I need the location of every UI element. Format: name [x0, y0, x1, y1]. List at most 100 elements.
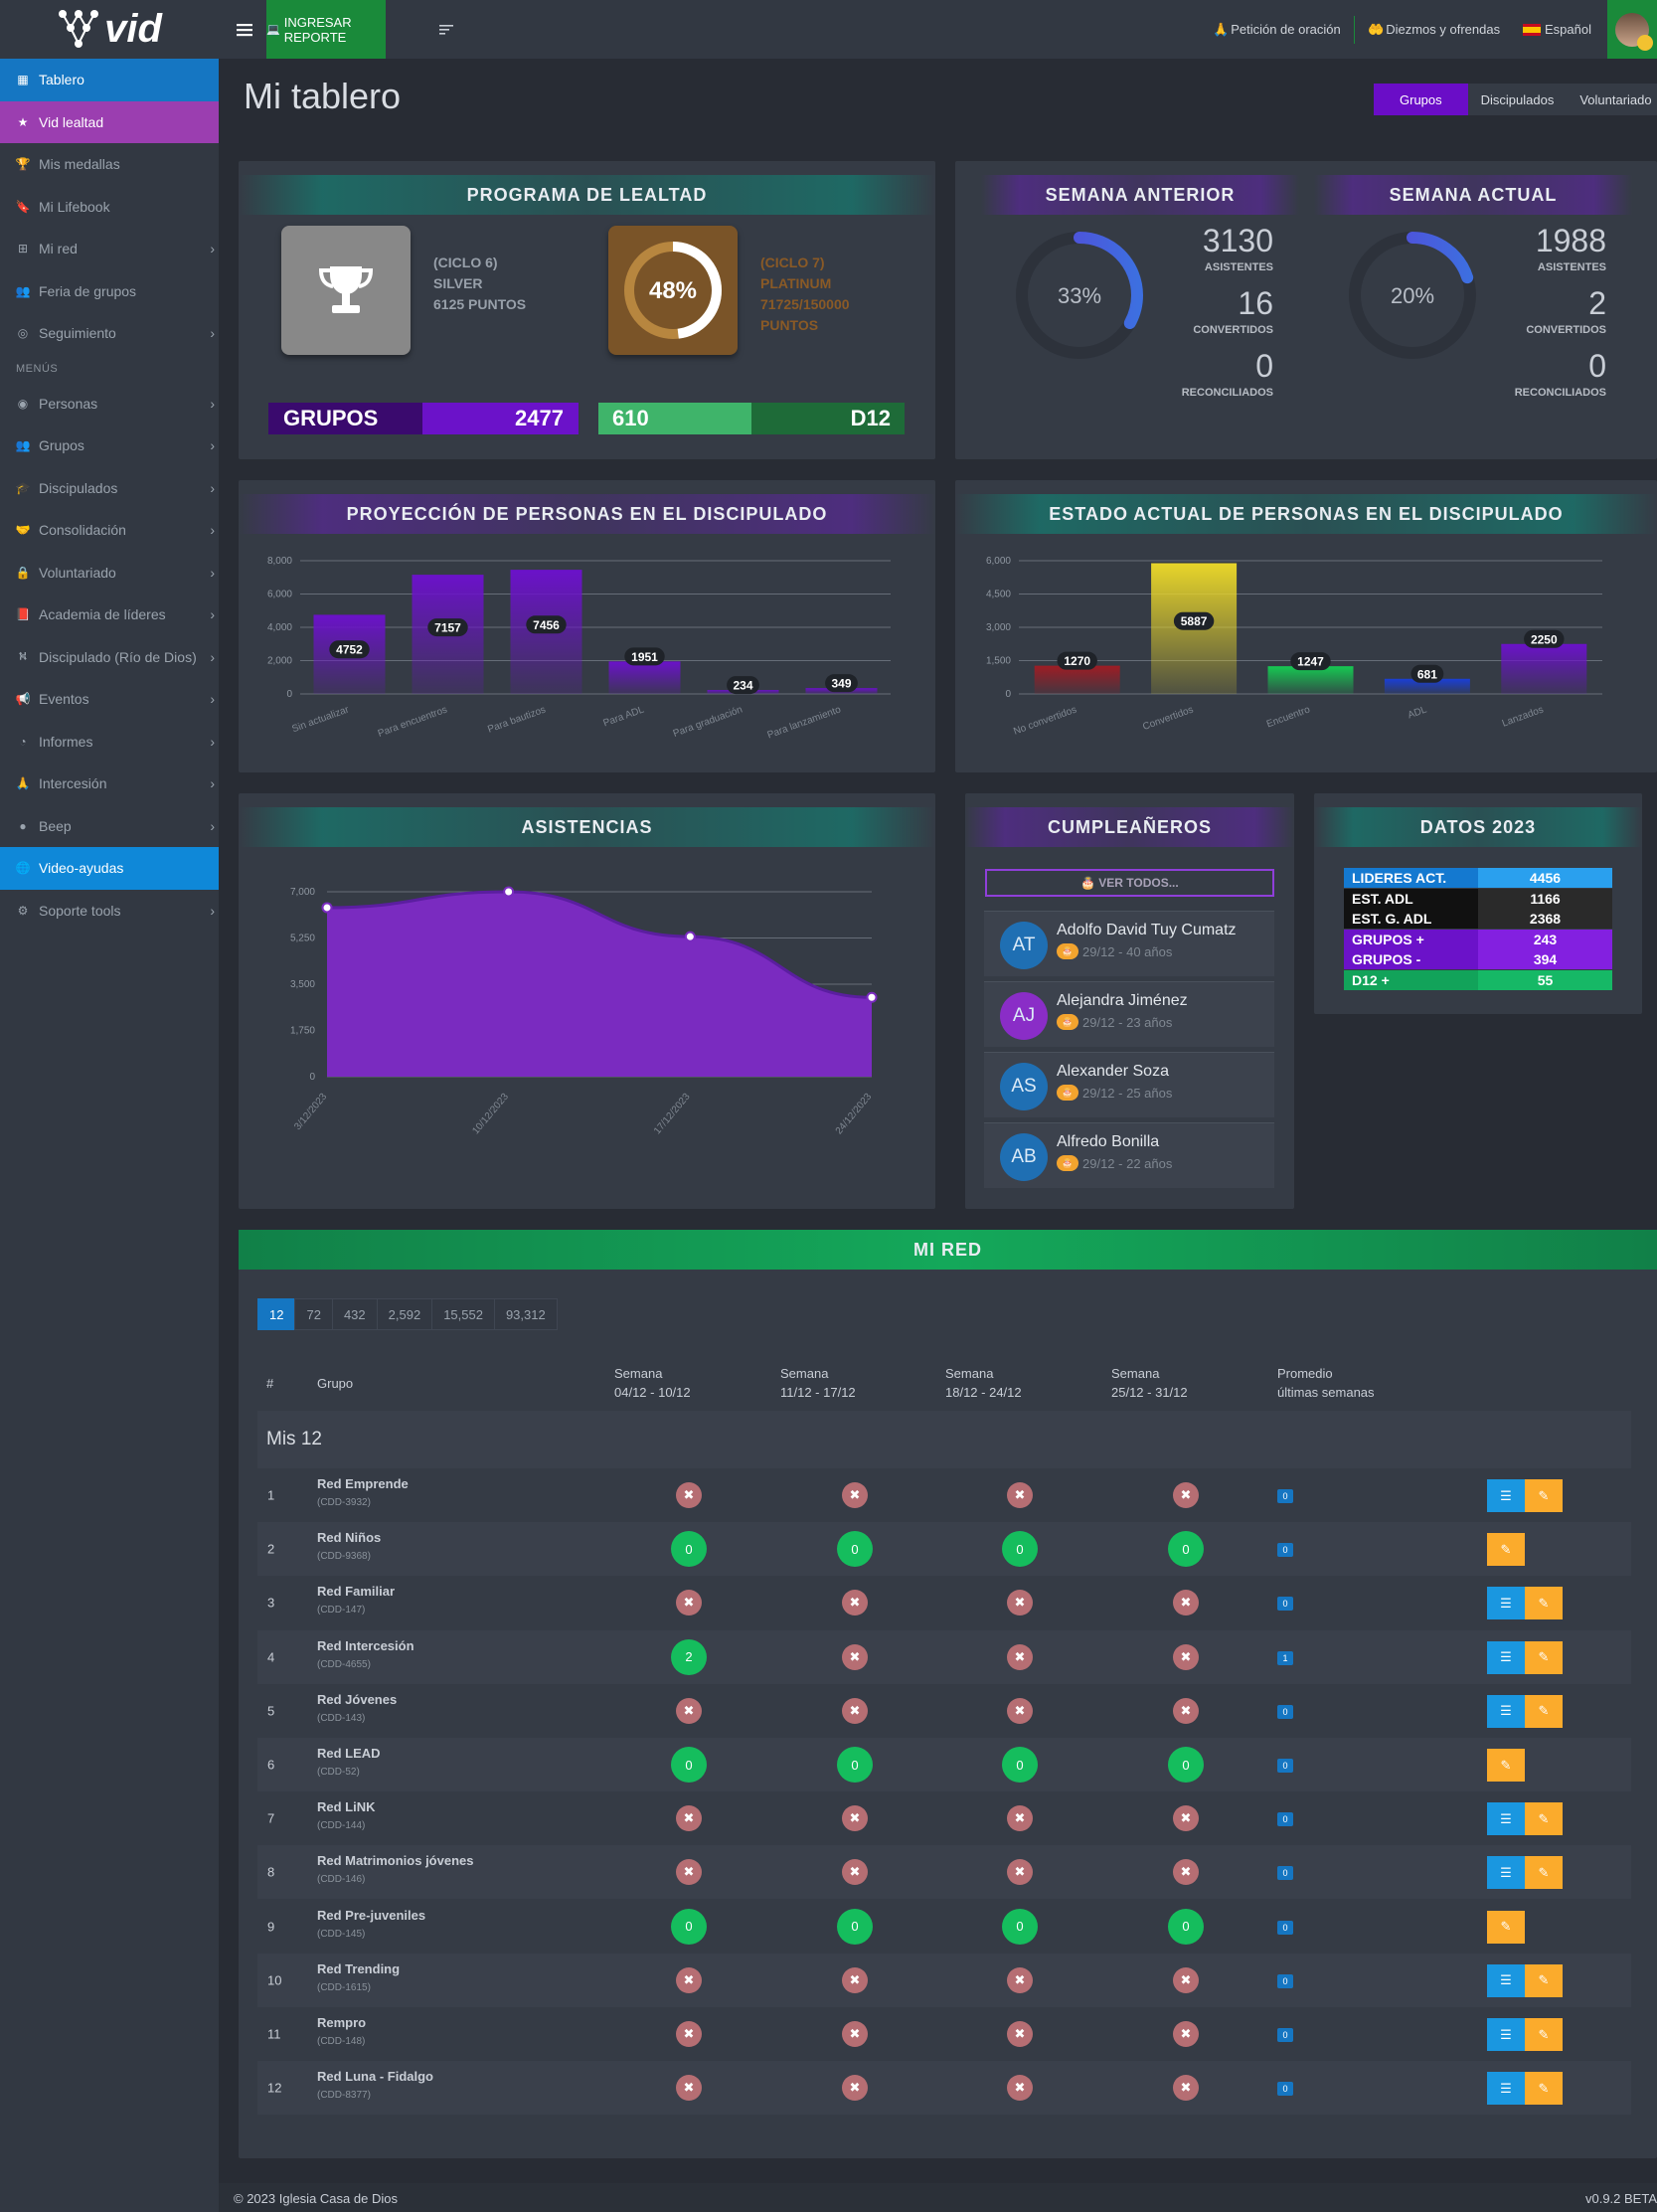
sidebar-item-seguimiento[interactable]: ◎ Seguimiento › — [0, 312, 219, 355]
language-selector[interactable]: Español — [1523, 0, 1591, 59]
level-tab[interactable]: 12 — [257, 1298, 296, 1330]
sidebar-item-eventos[interactable]: 📢 Eventos › — [0, 678, 219, 721]
group-name[interactable]: Red Pre-juveniles — [317, 1908, 425, 1923]
level-tab[interactable]: 72 — [294, 1298, 333, 1330]
level-tab[interactable]: 2,592 — [376, 1298, 433, 1330]
view-report-button[interactable]: ☰ — [1487, 1802, 1525, 1836]
edit-button[interactable]: ✎ — [1525, 2072, 1563, 2106]
bar[interactable] — [1501, 643, 1587, 694]
data-point[interactable] — [503, 886, 515, 898]
data-point[interactable] — [321, 902, 333, 914]
level-tab[interactable]: 93,312 — [493, 1298, 558, 1330]
brand-logo[interactable]: vid — [0, 0, 219, 59]
level-tab[interactable]: 432 — [331, 1298, 378, 1330]
birthday-name: Alfredo Bonilla — [1057, 1133, 1160, 1150]
view-report-button[interactable]: ☰ — [1487, 1640, 1525, 1674]
hamburger-menu-button[interactable] — [237, 0, 256, 59]
edit-button[interactable]: ✎ — [1525, 1802, 1563, 1836]
tab-voluntariado[interactable]: Voluntariado — [1567, 84, 1657, 115]
sidebar-item-beep[interactable]: ● Beep › — [0, 805, 219, 848]
group-name[interactable]: Red Jóvenes — [317, 1692, 397, 1707]
view-report-button[interactable]: ☰ — [1487, 1963, 1525, 1997]
star-icon: ★ — [17, 114, 29, 129]
edit-button[interactable]: ✎ — [1525, 1587, 1563, 1620]
sidebar-item-video-ayudas[interactable]: 🌐 Video-ayudas — [0, 847, 219, 890]
view-report-button[interactable]: ☰ — [1487, 1479, 1525, 1512]
sidebar-item-informes[interactable]: ◔ Informes › — [0, 721, 219, 764]
sidebar-item-tablero[interactable]: ▦ Tablero — [0, 59, 219, 101]
loyalty-card: PROGRAMA DE LEALTAD (CICLO 6) SILVER 612… — [239, 161, 935, 459]
edit-button[interactable]: ✎ — [1525, 2018, 1563, 2051]
groups-stat: GRUPOS 2477 — [268, 403, 579, 434]
edit-button[interactable]: ✎ — [1487, 1910, 1525, 1944]
view-all-birthdays-button[interactable]: 🎂 VER TODOS... — [985, 869, 1274, 897]
sidebar-item-voluntariado[interactable]: 🔒 Voluntariado › — [0, 552, 219, 595]
birthday-item[interactable]: AJ Alejandra Jiménez 🎂 29/12 - 23 años — [984, 981, 1274, 1047]
sidebar-item-soporte-tools[interactable]: ⚙ Soporte tools › — [0, 890, 219, 933]
report-button[interactable]: 💻 INGRESAR REPORTE — [266, 0, 386, 59]
data-label: 5887 — [1181, 614, 1208, 628]
tab-grupos[interactable]: Grupos — [1374, 84, 1468, 115]
list-icon: ☰ — [1500, 2026, 1512, 2042]
sidebar-item-feria-de-grupos[interactable]: 👥 Feria de grupos — [0, 270, 219, 313]
data-point[interactable] — [684, 931, 696, 942]
sidebar-item-mi-red[interactable]: ⊞ Mi red › — [0, 228, 219, 270]
group-name[interactable]: Red LiNK — [317, 1799, 376, 1814]
group-name[interactable]: Red Trending — [317, 1961, 400, 1976]
group-name[interactable]: Red Matrimonios jóvenes — [317, 1853, 473, 1868]
cogs-icon: ⚙ — [17, 903, 29, 918]
align-left-button[interactable] — [439, 0, 459, 59]
sidebar-item-academia-de-l-deres[interactable]: 📕 Academia de líderes › — [0, 594, 219, 636]
birthday-item[interactable]: AT Adolfo David Tuy Cumatz 🎂 29/12 - 40 año… — [984, 911, 1274, 976]
sidebar-item-consolidaci-n[interactable]: 🤝 Consolidación › — [0, 509, 219, 552]
group-name[interactable]: Red LEAD — [317, 1746, 381, 1761]
group-name[interactable]: Red Emprende — [317, 1476, 409, 1491]
x-tick-label: Para bautizos — [486, 704, 547, 735]
groups-label: GRUPOS — [268, 403, 422, 434]
sidebar-item-discipulados[interactable]: 🎓 Discipulados › — [0, 467, 219, 510]
edit-button[interactable]: ✎ — [1525, 1479, 1563, 1512]
level-tab[interactable]: 15,552 — [431, 1298, 495, 1330]
sidebar-item-mis-medallas[interactable]: 🏆 Mis medallas — [0, 143, 219, 186]
sidebar-item-discipulado-r-o-de-dios-[interactable]: ⛕ Discipulado (Río de Dios) › — [0, 636, 219, 679]
no-report-icon: ✖ — [676, 1482, 702, 1508]
tithes-link[interactable]: 🤲 Diezmos y ofrendas — [1368, 0, 1500, 59]
bar[interactable] — [1267, 666, 1354, 694]
week-count-badge: 0 — [671, 1531, 707, 1568]
birthday-item[interactable]: AB Alfredo Bonilla 🎂 29/12 - 22 años — [984, 1122, 1274, 1188]
sidebar-item-intercesi-n[interactable]: 🙏 Intercesión › — [0, 763, 219, 805]
current-cycle: (CICLO 6) — [433, 255, 498, 270]
user-avatar-button[interactable] — [1607, 0, 1657, 59]
view-report-button[interactable]: ☰ — [1487, 2018, 1525, 2051]
prayer-request-link[interactable]: 🙏 Petición de oración — [1213, 0, 1341, 59]
view-report-button[interactable]: ☰ — [1487, 1694, 1525, 1728]
view-report-button[interactable]: ☰ — [1487, 1856, 1525, 1890]
birthday-item[interactable]: AS Alexander Soza 🎂 29/12 - 25 años — [984, 1052, 1274, 1117]
view-report-button[interactable]: ☰ — [1487, 2072, 1525, 2106]
view-report-button[interactable]: ☰ — [1487, 1587, 1525, 1620]
data-label: 1270 — [1064, 654, 1090, 668]
data-point[interactable] — [866, 991, 878, 1003]
tab-discipulados[interactable]: Discipulados — [1467, 84, 1568, 115]
sidebar-item-personas[interactable]: ◉ Personas › — [0, 383, 219, 425]
bar[interactable] — [608, 661, 681, 694]
edit-button[interactable]: ✎ — [1525, 1640, 1563, 1674]
group-name[interactable]: Red Intercesión — [317, 1638, 414, 1653]
sidebar-item-vid-lealtad[interactable]: ★ Vid lealtad — [0, 100, 219, 143]
edit-button[interactable]: ✎ — [1525, 1963, 1563, 1997]
x-tick-label: No convertidos — [1012, 704, 1077, 737]
sidebar-item-mi-lifebook[interactable]: 🔖 Mi Lifebook — [0, 186, 219, 229]
edit-button[interactable]: ✎ — [1525, 1856, 1563, 1890]
sidebar-item-label: Eventos — [39, 691, 89, 708]
edit-button[interactable]: ✎ — [1487, 1533, 1525, 1567]
group-name[interactable]: Red Luna - Fidalgo — [317, 2069, 433, 2084]
edit-button[interactable]: ✎ — [1525, 1694, 1563, 1728]
sidebar-item-grupos[interactable]: 👥 Grupos › — [0, 425, 219, 467]
average-badge: 0 — [1277, 1973, 1293, 1988]
edit-button[interactable]: ✎ — [1487, 1749, 1525, 1782]
group-name[interactable]: Red Niños — [317, 1530, 381, 1545]
group-name[interactable]: Red Familiar — [317, 1584, 395, 1599]
sidebar-item-label: Beep — [39, 817, 72, 834]
group-name[interactable]: Rempro — [317, 2015, 366, 2030]
bar[interactable] — [1034, 665, 1120, 694]
